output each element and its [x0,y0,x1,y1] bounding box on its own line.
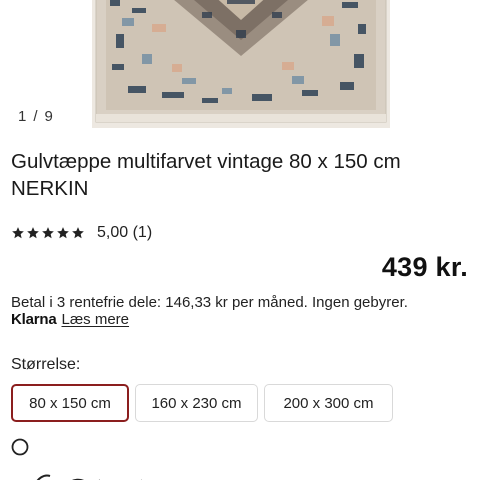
rating-text: 5,00 (1) [97,224,153,241]
gallery-counter: 1 / 9 [18,108,54,125]
gallery-separator: / [33,108,39,125]
star-icon [42,227,54,239]
product-title: Gulvtæppe multifarvet vintage 80 x 150 c… [11,150,401,200]
info-icon[interactable] [11,438,29,456]
klarna-read-more-link[interactable]: Læs mere [62,311,130,328]
product-price: 439 kr. [381,252,468,282]
size-option-160x230[interactable]: 160 x 230 cm [135,384,258,422]
product-rating[interactable]: 5,00 (1) [11,224,152,242]
size-option-200x300[interactable]: 200 x 300 cm [264,384,393,422]
klarna-installments: Betal i 3 rentefrie dele: 146,33 kr per … [11,294,408,311]
star-icon [57,227,69,239]
rug-product-image[interactable] [92,0,390,128]
product-image-gallery[interactable]: 1 / 9 [0,0,480,132]
rating-stars [11,226,85,240]
star-icon [72,227,84,239]
cropped-content [36,474,142,480]
size-option-80x150[interactable]: 80 x 150 cm [11,384,129,422]
klarna-row: Klarna Læs mere [11,311,129,328]
size-options: 80 x 150 cm 160 x 230 cm 200 x 300 cm [11,384,393,422]
gallery-current: 1 [18,108,28,125]
star-icon [27,227,39,239]
gallery-total: 9 [44,108,54,125]
star-icon [12,227,24,239]
size-label: Størrelse: [11,356,81,373]
klarna-logo: Klarna [11,311,57,328]
